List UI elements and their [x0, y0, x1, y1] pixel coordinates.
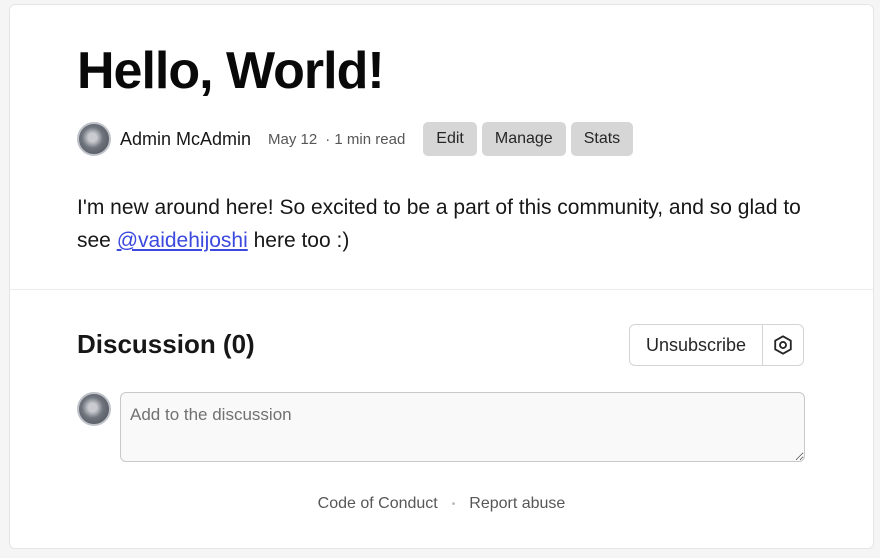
author-name[interactable]: Admin McAdmin — [120, 129, 251, 150]
subscription-settings-button[interactable] — [763, 325, 803, 365]
author-avatar[interactable] — [77, 122, 111, 156]
edit-button[interactable]: Edit — [423, 122, 477, 156]
footer-separator: • — [451, 498, 456, 510]
section-divider — [10, 289, 873, 290]
read-time: · 1 min read — [325, 130, 406, 148]
article: Hello, World! Admin McAdmin May 12 · 1 m… — [10, 5, 873, 289]
discussion-title: Discussion (0) — [77, 329, 255, 359]
code-of-conduct-link[interactable]: Code of Conduct — [318, 495, 438, 513]
unsubscribe-button[interactable]: Unsubscribe — [630, 325, 764, 365]
body-text-after: here too :) — [247, 229, 350, 252]
stats-button[interactable]: Stats — [570, 122, 634, 156]
report-abuse-link[interactable]: Report abuse — [469, 495, 565, 513]
article-meta: Admin McAdmin May 12 · 1 min read Edit M… — [77, 121, 634, 157]
comment-input[interactable] — [120, 392, 805, 462]
manage-button[interactable]: Manage — [481, 122, 566, 156]
article-title: Hello, World! — [77, 42, 385, 100]
article-card: Hello, World! Admin McAdmin May 12 · 1 m… — [9, 4, 874, 549]
subscription-controls: Unsubscribe — [629, 324, 805, 366]
discussion-footer: Code of Conduct • Report abuse — [10, 495, 873, 513]
hexagon-gear-icon — [774, 335, 792, 355]
article-body: I'm new around here! So excited to be a … — [77, 191, 817, 257]
publish-date: May 12 — [268, 130, 318, 148]
user-mention-link[interactable]: @vaidehijoshi — [117, 229, 248, 252]
commenter-avatar — [77, 392, 111, 426]
